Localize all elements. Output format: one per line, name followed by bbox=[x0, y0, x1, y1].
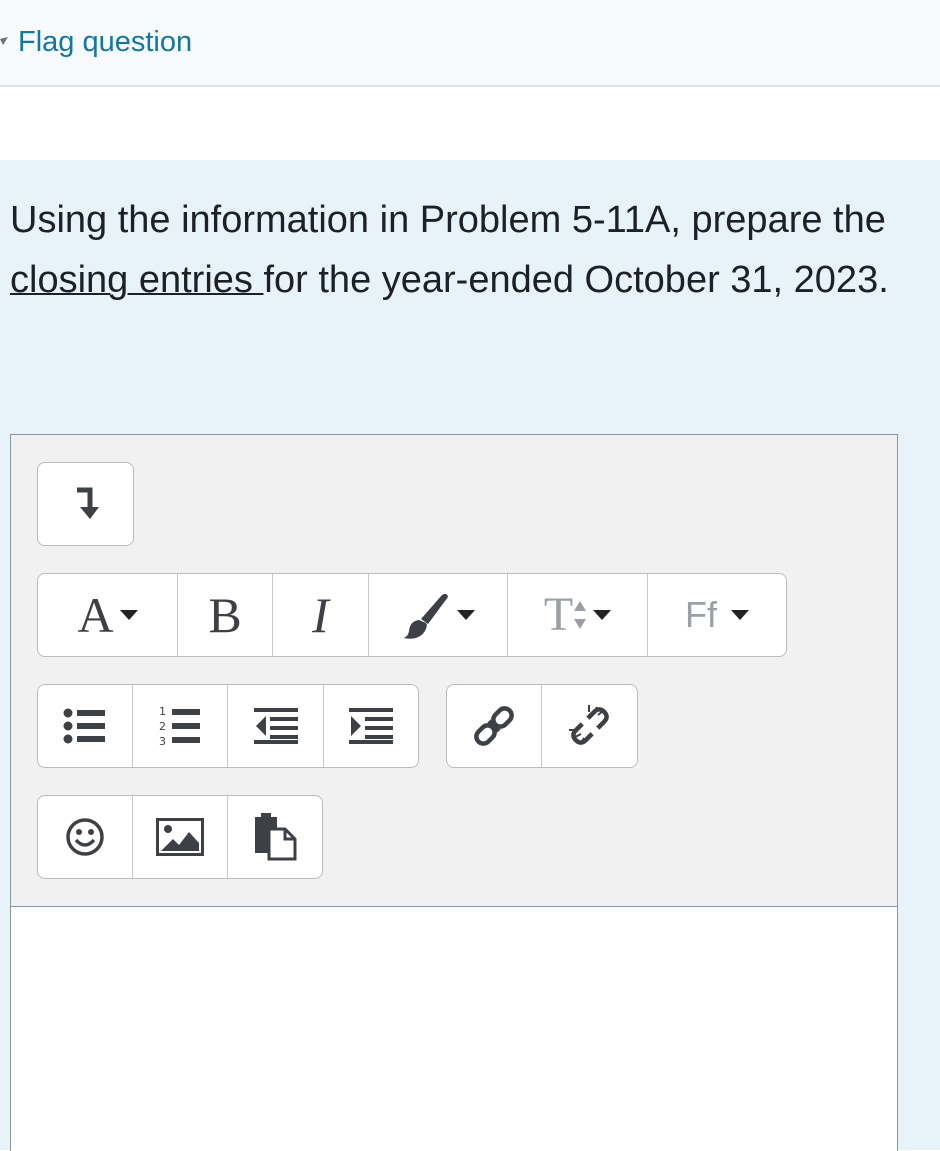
text-color-button[interactable] bbox=[369, 574, 508, 656]
bold-button[interactable]: B bbox=[178, 574, 273, 656]
toolbar-group-style: A B I T Ff bbox=[37, 573, 787, 657]
emoji-button[interactable] bbox=[38, 796, 133, 878]
svg-text:2: 2 bbox=[159, 720, 166, 733]
chevron-down-icon bbox=[457, 610, 475, 620]
toolbar-group-lists: 1 2 3 bbox=[37, 684, 419, 768]
question-text-after: for the year-ended October 31, 2023. bbox=[263, 259, 889, 301]
ordered-list-icon: 1 2 3 bbox=[158, 704, 202, 748]
flag-question-label: Flag question bbox=[18, 25, 193, 58]
show-more-button[interactable] bbox=[38, 463, 133, 545]
image-icon bbox=[156, 818, 204, 856]
unordered-list-icon bbox=[63, 708, 107, 744]
link-icon bbox=[473, 705, 515, 747]
image-button[interactable] bbox=[133, 796, 228, 878]
indent-button[interactable] bbox=[324, 685, 418, 767]
question-text-before: Using the information in Problem 5-11A, … bbox=[10, 199, 886, 241]
bold-icon: B bbox=[208, 587, 242, 643]
question-text-underlined: closing entries bbox=[10, 259, 264, 301]
toolbar-group-insert bbox=[37, 795, 323, 879]
font-family-button[interactable]: Ff bbox=[648, 574, 786, 656]
svg-text:1: 1 bbox=[159, 705, 166, 718]
show-more-icon bbox=[73, 486, 99, 522]
text-color-icon bbox=[401, 591, 451, 639]
font-size-button[interactable]: T bbox=[508, 574, 648, 656]
font-size-glyph: T bbox=[543, 588, 574, 641]
font-family-icon: Ff bbox=[685, 594, 717, 635]
editor-toolbar: A B I T Ff 1 2 3 bbox=[11, 435, 897, 907]
question-info-bar: Flag question bbox=[0, 0, 940, 87]
emoji-icon bbox=[65, 817, 105, 857]
flag-icon bbox=[0, 37, 10, 47]
chevron-down-icon bbox=[731, 610, 749, 620]
font-size-icon: T bbox=[544, 591, 587, 639]
indent-icon bbox=[349, 708, 393, 744]
question-text: Using the information in Problem 5-11A, … bbox=[10, 190, 910, 310]
svg-text:3: 3 bbox=[159, 735, 166, 748]
flag-question-link[interactable]: Flag question bbox=[0, 22, 192, 62]
link-button[interactable] bbox=[447, 685, 542, 767]
paragraph-styles-button[interactable]: A bbox=[38, 574, 178, 656]
media-manager-button[interactable] bbox=[228, 796, 322, 878]
toolbar-group-show-more bbox=[37, 462, 134, 546]
chevron-down-icon bbox=[593, 610, 612, 620]
unlink-button[interactable] bbox=[542, 685, 637, 767]
paragraph-styles-icon: A bbox=[77, 587, 114, 643]
unlink-icon bbox=[567, 703, 613, 749]
answer-editor: A B I T Ff 1 2 3 bbox=[10, 434, 898, 1151]
chevron-down-icon bbox=[119, 610, 138, 620]
outdent-button[interactable] bbox=[228, 685, 324, 767]
ordered-list-button[interactable]: 1 2 3 bbox=[133, 685, 228, 767]
toolbar-group-links bbox=[446, 684, 638, 768]
italic-button[interactable]: I bbox=[273, 574, 369, 656]
editor-content-area[interactable] bbox=[11, 907, 897, 1151]
unordered-list-button[interactable] bbox=[38, 685, 133, 767]
media-manager-icon bbox=[253, 813, 297, 861]
italic-icon: I bbox=[312, 587, 329, 643]
outdent-icon bbox=[253, 708, 298, 744]
